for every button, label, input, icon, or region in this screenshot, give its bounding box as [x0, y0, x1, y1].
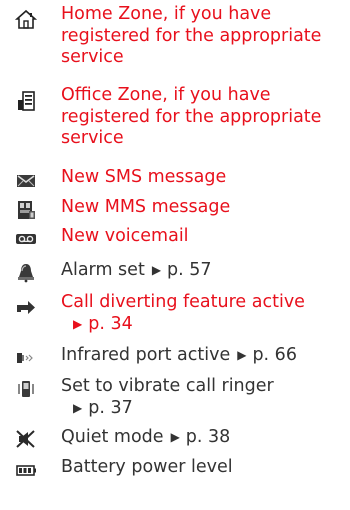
- battery-level-icon: [16, 465, 36, 476]
- item-text-with-ref: Infrared port active ▶ p. 66: [61, 345, 345, 367]
- call-divert-icon: [17, 301, 35, 314]
- item-text: Alarm set: [61, 260, 145, 280]
- item-text: Battery power level: [61, 457, 233, 477]
- item-text: New voicemail: [61, 226, 189, 246]
- page-ref-arrow-icon: ▶: [237, 348, 247, 362]
- infrared-port-icon: [17, 353, 33, 363]
- item-text: New SMS message: [61, 167, 227, 187]
- item-line: Home Zone, if you have: [61, 4, 272, 24]
- page-ref-arrow-icon: ▶: [73, 400, 83, 415]
- quiet-mode-icon: [16, 430, 35, 448]
- item-line: registered for the appropriate: [61, 25, 322, 46]
- item-line: registered for the appropriate: [61, 106, 322, 127]
- sms-envelope-icon: [17, 175, 35, 187]
- item-text-with-ref: Quiet mode ▶ p. 38: [61, 427, 345, 449]
- item-text: New MMS message: [61, 197, 231, 217]
- item-text: Infrared port active: [61, 345, 231, 365]
- item-text: Call diverting feature active: [61, 292, 305, 312]
- mms-message-icon: [18, 201, 35, 219]
- page-ref: p. 34: [88, 313, 133, 334]
- item-line: service: [61, 47, 124, 67]
- item-ref-line: ▶ p. 37: [61, 398, 345, 420]
- item-ref-line: ▶ p. 34: [61, 314, 345, 336]
- item-line: Office Zone, if you have: [61, 85, 271, 105]
- page-ref-arrow-icon: ▶: [73, 316, 83, 331]
- page-ref: p. 38: [185, 427, 231, 447]
- item-text: Quiet mode: [61, 427, 164, 447]
- page-ref-arrow-icon: ▶: [170, 430, 180, 444]
- item-text-with-ref: Alarm set ▶ p. 57: [61, 260, 345, 282]
- item-text: Set to vibrate call ringer: [61, 376, 274, 396]
- page-ref-arrow-icon: ▶: [151, 263, 162, 277]
- item-line: service: [61, 128, 124, 148]
- home-zone-icon: [14, 9, 38, 29]
- vibrate-icon: [18, 381, 34, 397]
- alarm-bell-icon: [18, 264, 34, 283]
- voicemail-icon: [16, 234, 36, 244]
- page-ref: p. 66: [252, 345, 297, 365]
- office-zone-icon: [18, 91, 35, 111]
- page-ref: p. 37: [88, 397, 133, 418]
- page-ref: p. 57: [167, 260, 212, 280]
